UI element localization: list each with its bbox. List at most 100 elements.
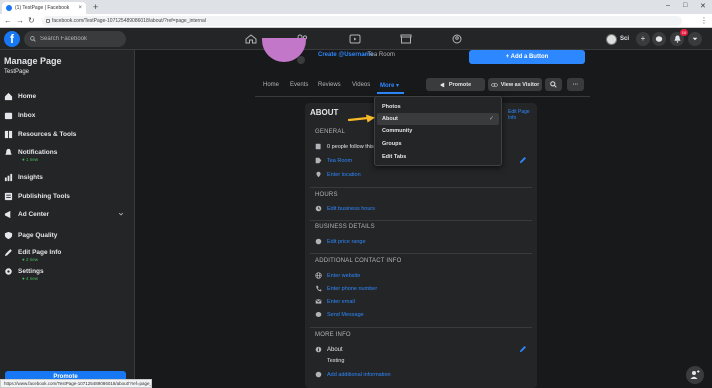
sidebar-item-publishing-tools[interactable]: Publishing Tools — [4, 192, 130, 201]
category-link[interactable]: Tea Room — [327, 158, 352, 164]
sidebar-item-insights[interactable]: Insights — [4, 173, 130, 182]
profile-name: Sci — [620, 36, 630, 42]
enter-email-link[interactable]: Enter email — [327, 299, 355, 305]
sidebar-item-edit-page-info[interactable]: Edit Page Info — [4, 248, 130, 257]
edit-page-info-link[interactable]: Edit Page Info — [508, 109, 537, 121]
search-box[interactable] — [24, 31, 126, 47]
message-row[interactable]: Send Message — [315, 311, 364, 318]
enter-location-link[interactable]: Enter location — [327, 172, 361, 178]
browser-tab-strip: (1) TestPage | Facebook × + – □ ✕ — [0, 0, 712, 14]
send-message-link[interactable]: Send Message — [327, 312, 364, 318]
reload-icon[interactable]: ↻ — [28, 16, 35, 26]
tab-reviews[interactable]: Reviews — [318, 82, 341, 88]
back-arrow-icon[interactable]: ← — [4, 16, 12, 26]
tag-icon — [315, 157, 322, 164]
view-as-visitor-button[interactable]: View as Visitor — [488, 78, 542, 91]
messenger-icon — [315, 312, 322, 317]
marketplace-nav-icon[interactable] — [400, 34, 412, 44]
url-field[interactable]: facebook.com/TestPage-107125489086018/ab… — [42, 16, 682, 26]
section-divider — [310, 220, 532, 221]
home-nav-icon[interactable] — [245, 34, 257, 44]
edit-price-range-link[interactable]: Edit price range — [327, 239, 366, 245]
facebook-logo[interactable]: f — [4, 31, 20, 47]
sidebar-item-inbox[interactable]: Inbox — [4, 111, 130, 120]
enter-phone-link[interactable]: Enter phone number — [327, 286, 377, 292]
edit-business-hours-link[interactable]: Edit business hours — [327, 206, 375, 212]
camera-icon[interactable] — [297, 56, 305, 64]
additional-contact-heading: ADDITIONAL CONTACT INFO — [315, 258, 402, 264]
watch-nav-icon[interactable] — [349, 34, 361, 44]
create-button[interactable]: + — [636, 32, 650, 46]
maximize-button[interactable]: □ — [683, 2, 687, 9]
search-page-button[interactable] — [545, 78, 562, 91]
lock-icon — [46, 19, 50, 23]
sidebar-item-ad-center[interactable]: Ad Center — [4, 210, 130, 219]
close-window-button[interactable]: ✕ — [700, 2, 706, 10]
sidebar-item-label: Page Quality — [18, 232, 58, 239]
new-notice: ● 4 new — [22, 276, 38, 281]
category-row[interactable]: Tea Room — [315, 157, 352, 164]
sidebar-item-page-quality[interactable]: Page Quality — [4, 231, 130, 240]
add-a-button[interactable]: + Add a Button — [469, 50, 585, 64]
location-row[interactable]: Enter location — [315, 171, 361, 178]
dropdown-item-label: About — [382, 116, 398, 122]
tab-events[interactable]: Events — [290, 82, 308, 88]
search-icon — [30, 36, 36, 42]
forward-arrow-icon[interactable]: → — [16, 16, 24, 26]
email-row[interactable]: Enter email — [315, 298, 355, 305]
clock-icon — [315, 205, 322, 212]
minimize-button[interactable]: – — [666, 2, 670, 9]
enter-website-link[interactable]: Enter website — [327, 273, 360, 279]
chevron-down-icon[interactable] — [118, 211, 124, 217]
sidebar-item-label: Insights — [18, 174, 43, 181]
address-bar-row: ← → ↻ facebook.com/TestPage-107125489086… — [0, 14, 712, 28]
sidebar-item-notifications[interactable]: Notifications — [4, 148, 130, 157]
hours-row[interactable]: Edit business hours — [315, 205, 375, 212]
manage-page-sidebar: Manage Page TestPage Home Inbox Resource… — [0, 50, 135, 388]
tab-close-icon[interactable]: × — [78, 5, 82, 11]
website-row[interactable]: Enter website — [315, 272, 360, 279]
search-input[interactable] — [40, 36, 120, 42]
more-options-button[interactable]: ··· — [567, 78, 584, 91]
browser-tab[interactable]: (1) TestPage | Facebook × — [2, 2, 86, 14]
dropdown-item-about[interactable]: About ✓ — [377, 113, 499, 125]
tab-more[interactable]: More ▾ — [380, 82, 399, 89]
dropdown-item-community[interactable]: Community — [377, 125, 499, 137]
groups-nav-icon[interactable] — [451, 34, 463, 44]
sidebar-item-settings[interactable]: Settings — [4, 267, 130, 276]
profile-shortcut[interactable]: Sci — [606, 32, 633, 46]
section-divider — [310, 253, 532, 254]
messenger-button[interactable] — [652, 32, 666, 46]
tab-home[interactable]: Home — [263, 82, 279, 88]
tab-videos[interactable]: Videos — [352, 82, 370, 88]
pencil-icon[interactable] — [519, 345, 527, 353]
sidebar-item-label: Inbox — [18, 112, 36, 119]
price-range-row[interactable]: Edit price range — [315, 238, 366, 245]
additional-info-row[interactable]: Add additional information — [315, 371, 391, 378]
more-tabs-dropdown: Photos About ✓ Community Groups Edit Tab… — [374, 96, 502, 166]
more-info-heading: MORE INFO — [315, 332, 351, 338]
bell-icon — [673, 35, 681, 43]
dropdown-item-edit-tabs[interactable]: Edit Tabs — [377, 151, 499, 163]
section-divider — [310, 327, 532, 328]
new-tab-button[interactable]: + — [93, 2, 98, 12]
dropdown-item-groups[interactable]: Groups — [377, 138, 499, 150]
follow-count-row: 0 people follow this — [315, 143, 374, 150]
sidebar-title: Manage Page — [4, 56, 62, 66]
phone-row[interactable]: Enter phone number — [315, 285, 377, 292]
browser-menu-icon[interactable]: ⋮ — [700, 16, 708, 25]
checkmark-icon: ✓ — [488, 116, 494, 122]
megaphone-icon — [440, 82, 445, 87]
home-icon — [4, 92, 13, 101]
add-additional-info-link[interactable]: Add additional information — [327, 372, 391, 378]
about-title: ABOUT — [310, 108, 339, 117]
pencil-icon[interactable] — [519, 156, 527, 164]
dropdown-item-photos[interactable]: Photos — [377, 101, 499, 113]
annotation-arrow-icon — [348, 114, 375, 123]
promote-header-button[interactable]: Promote — [426, 78, 485, 91]
account-menu-button[interactable] — [688, 32, 702, 46]
people-icon — [690, 370, 700, 379]
sidebar-item-resources[interactable]: Resources & Tools — [4, 130, 130, 139]
sidebar-item-home[interactable]: Home — [4, 92, 130, 101]
new-message-fab[interactable] — [686, 366, 704, 384]
